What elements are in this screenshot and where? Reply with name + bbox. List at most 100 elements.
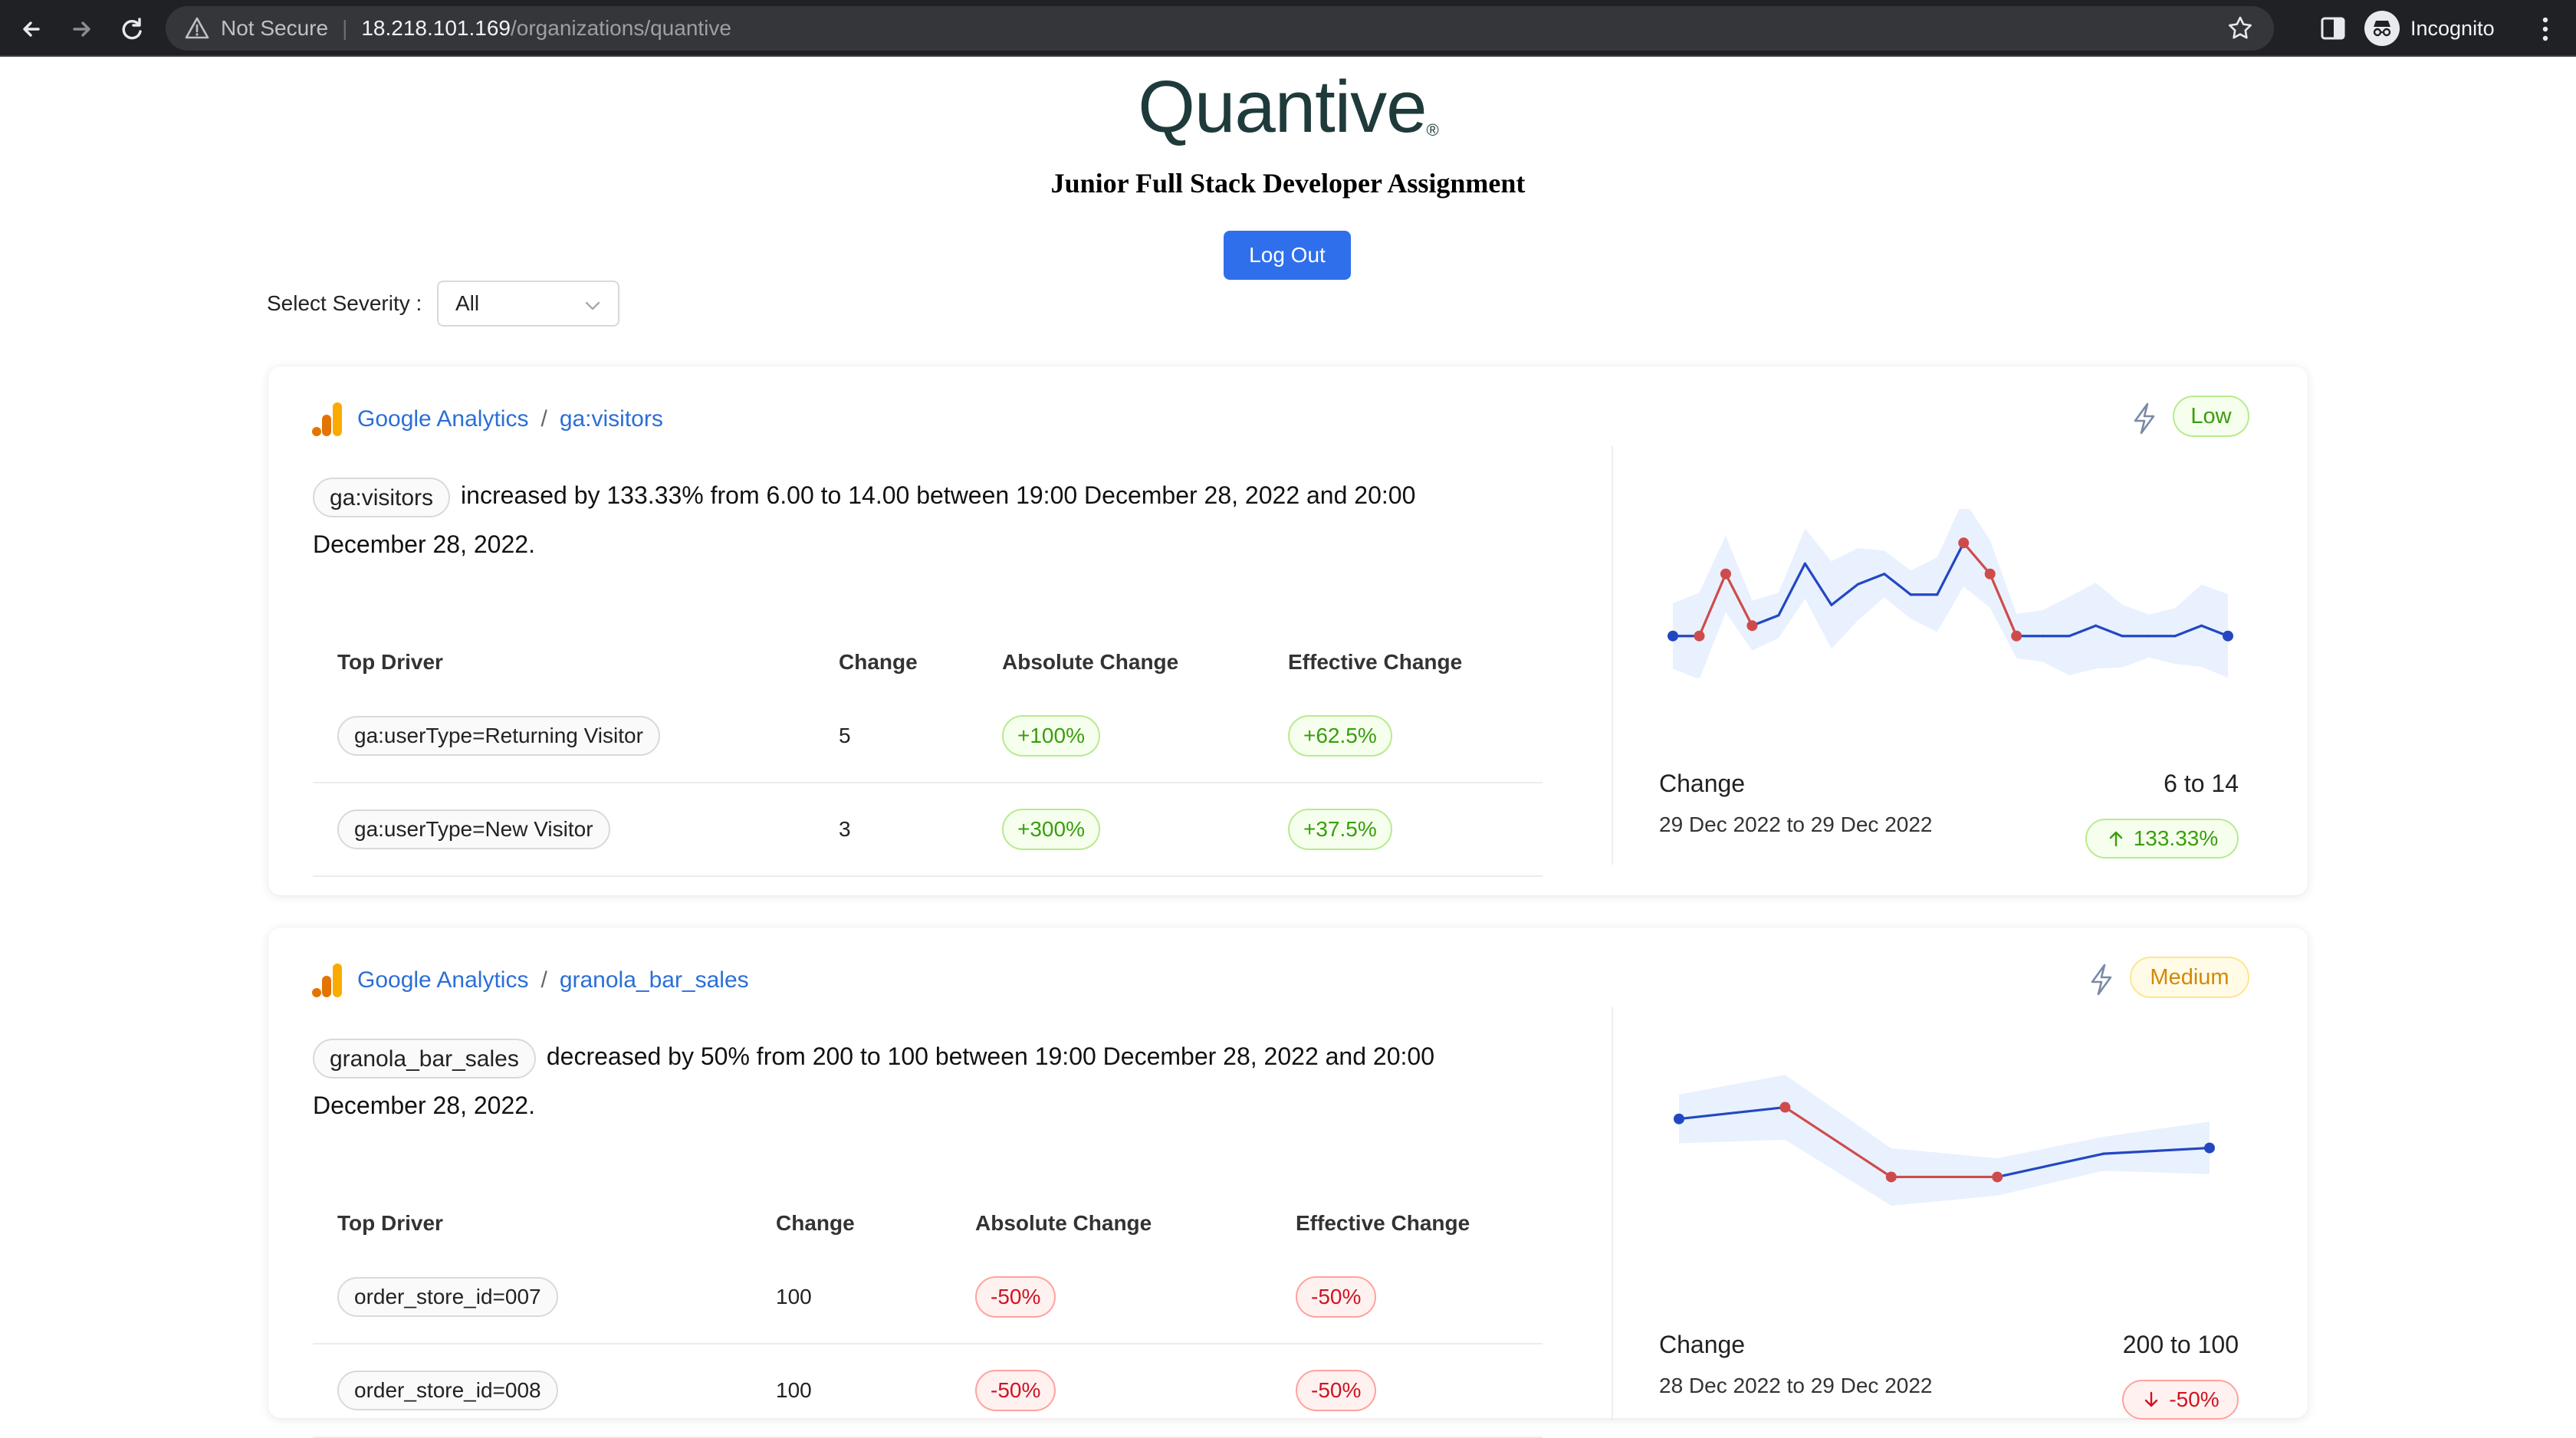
col-header-driver: Top Driver [337,1211,443,1235]
lightning-bolt-icon [2091,964,2112,996]
forward-arrow-icon[interactable] [64,12,98,46]
anomaly-point [2011,630,2022,642]
anomaly-card: Google Analytics / ga:visitors Low ga:vi… [268,366,2308,895]
security-label: Not Secure [221,16,329,40]
series-start-point [1668,630,1678,642]
logo-registered-mark: ® [1426,120,1439,140]
bookmark-star-icon[interactable] [2226,15,2254,42]
card-divider [1612,446,1613,865]
driver-chip: order_store_id=008 [337,1371,558,1410]
confidence-band [1673,509,2228,678]
anomaly-point [1984,568,1996,579]
anomaly-point [1746,620,1758,632]
description-text: increased by 133.33% from 6.00 to 14.00 … [313,481,1416,558]
browser-menu-icon[interactable] [2532,12,2559,46]
effective-change-tag: -50% [1296,1276,1377,1318]
logo-text: Quantive [1138,66,1427,148]
summary-percent-badge: -50% [2122,1380,2239,1420]
incognito-profile[interactable]: Incognito [2364,8,2495,49]
drivers-table: Top Driver Change Absolute Change Effect… [313,635,1543,877]
driver-chip: ga:userType=New Visitor [337,809,610,849]
summary-change-label: Change [1659,1331,1746,1358]
summary-date-range: 29 Dec 2022 to 29 Dec 2022 [1659,813,1933,836]
logout-button[interactable]: Log Out [1224,231,1351,280]
arrow-up-icon [2109,831,2122,847]
incognito-icon [2364,11,2400,46]
severity-filter-label: Select Severity : [267,291,422,315]
series-end-point [2204,1142,2215,1154]
absolute-change-tag: +100% [1002,715,1100,757]
confidence-band [1679,1075,2210,1206]
absolute-change-tag: -50% [975,1276,1056,1318]
summary-change-label: Change [1659,770,1746,797]
effective-change-tag: +62.5% [1288,715,1392,757]
omnibox-divider: | [342,16,348,40]
anomaly-point [1779,1101,1791,1113]
table-row: ga:userType=New Visitor 3 +300% +37.5% [313,783,1543,877]
google-analytics-icon [312,964,342,997]
table-row: order_store_id=007 100 -50% -50% [313,1251,1543,1344]
breadcrumb-source-link[interactable]: Google Analytics [357,406,528,432]
quantive-logo: Quantive® [0,67,2576,147]
side-panel-icon[interactable] [2318,14,2348,43]
severity-select[interactable]: All [437,281,619,327]
drivers-table-header: Top Driver Change Absolute Change Effect… [313,1196,1543,1251]
table-row: order_store_id=008 100 -50% -50% [313,1344,1543,1438]
breadcrumb-metric-link[interactable]: granola_bar_sales [560,967,749,993]
breadcrumb-separator: / [540,406,547,432]
col-header-absolute: Absolute Change [1002,650,1179,674]
summary-percent: 133.33% [2133,826,2219,850]
metric-chip: ga:visitors [313,477,451,517]
driver-change: 3 [814,783,978,877]
series-start-point [1674,1113,1684,1124]
anomaly-point [1958,537,1970,549]
profile-label: Incognito [2410,16,2495,40]
drivers-table-header: Top Driver Change Absolute Change Effect… [313,635,1543,690]
breadcrumb: Google Analytics / ga:visitors [311,400,663,438]
browser-toolbar: Not Secure | 18.218.101.169/organization… [0,0,2576,57]
warning-icon [185,17,209,39]
driver-change: 5 [814,690,978,783]
col-header-change: Change [839,650,918,674]
absolute-change-tag: +300% [1002,809,1100,850]
driver-change: 100 [751,1251,951,1344]
summary-change-value: 6 to 14 [2164,770,2239,797]
series-end-point [2223,630,2233,642]
driver-chip: ga:userType=Returning Visitor [337,716,660,756]
table-row: ga:userType=Returning Visitor 5 +100% +6… [313,690,1543,783]
breadcrumb: Google Analytics / granola_bar_sales [311,961,749,1000]
breadcrumb-metric-link[interactable]: ga:visitors [560,406,663,432]
back-arrow-icon[interactable] [15,12,49,46]
summary-percent: -50% [2169,1387,2220,1411]
summary-percent-badge: 133.33% [2085,819,2239,859]
driver-chip: order_store_id=007 [337,1277,558,1317]
col-header-effective: Effective Change [1288,650,1463,674]
anomaly-point [1694,630,1705,642]
lightning-bolt-icon [2134,402,2155,435]
reload-icon[interactable] [115,12,149,46]
anomaly-description: ga:visitors increased by 133.33% from 6.0… [313,471,1463,569]
metric-chip: granola_bar_sales [313,1038,536,1078]
url-path: /organizations/quantive [511,16,731,40]
url-host: 18.218.101.169 [361,16,511,40]
effective-change-tag: +37.5% [1288,809,1392,850]
address-bar[interactable]: Not Secure | 18.218.101.169/organization… [166,6,2274,51]
col-header-absolute: Absolute Change [975,1211,1152,1235]
card-divider [1612,1007,1613,1421]
arrow-down-icon [2145,1391,2158,1407]
effective-change-tag: -50% [1296,1370,1377,1411]
severity-select-value: All [455,291,480,315]
anomaly-point [1992,1171,2003,1183]
anomaly-sparkline [1668,509,2233,678]
absolute-change-tag: -50% [975,1370,1056,1411]
anomaly-point [1885,1171,1897,1183]
breadcrumb-source-link[interactable]: Google Analytics [357,967,528,993]
driver-change: 100 [751,1344,951,1438]
severity-badge: Medium [2130,957,2249,998]
google-analytics-icon [312,402,342,436]
anomaly-card: Google Analytics / granola_bar_sales Med… [268,927,2308,1438]
col-header-change: Change [776,1211,855,1235]
summary-date-range: 28 Dec 2022 to 29 Dec 2022 [1659,1374,1933,1397]
breadcrumb-separator: / [540,967,547,993]
col-header-effective: Effective Change [1296,1211,1470,1235]
